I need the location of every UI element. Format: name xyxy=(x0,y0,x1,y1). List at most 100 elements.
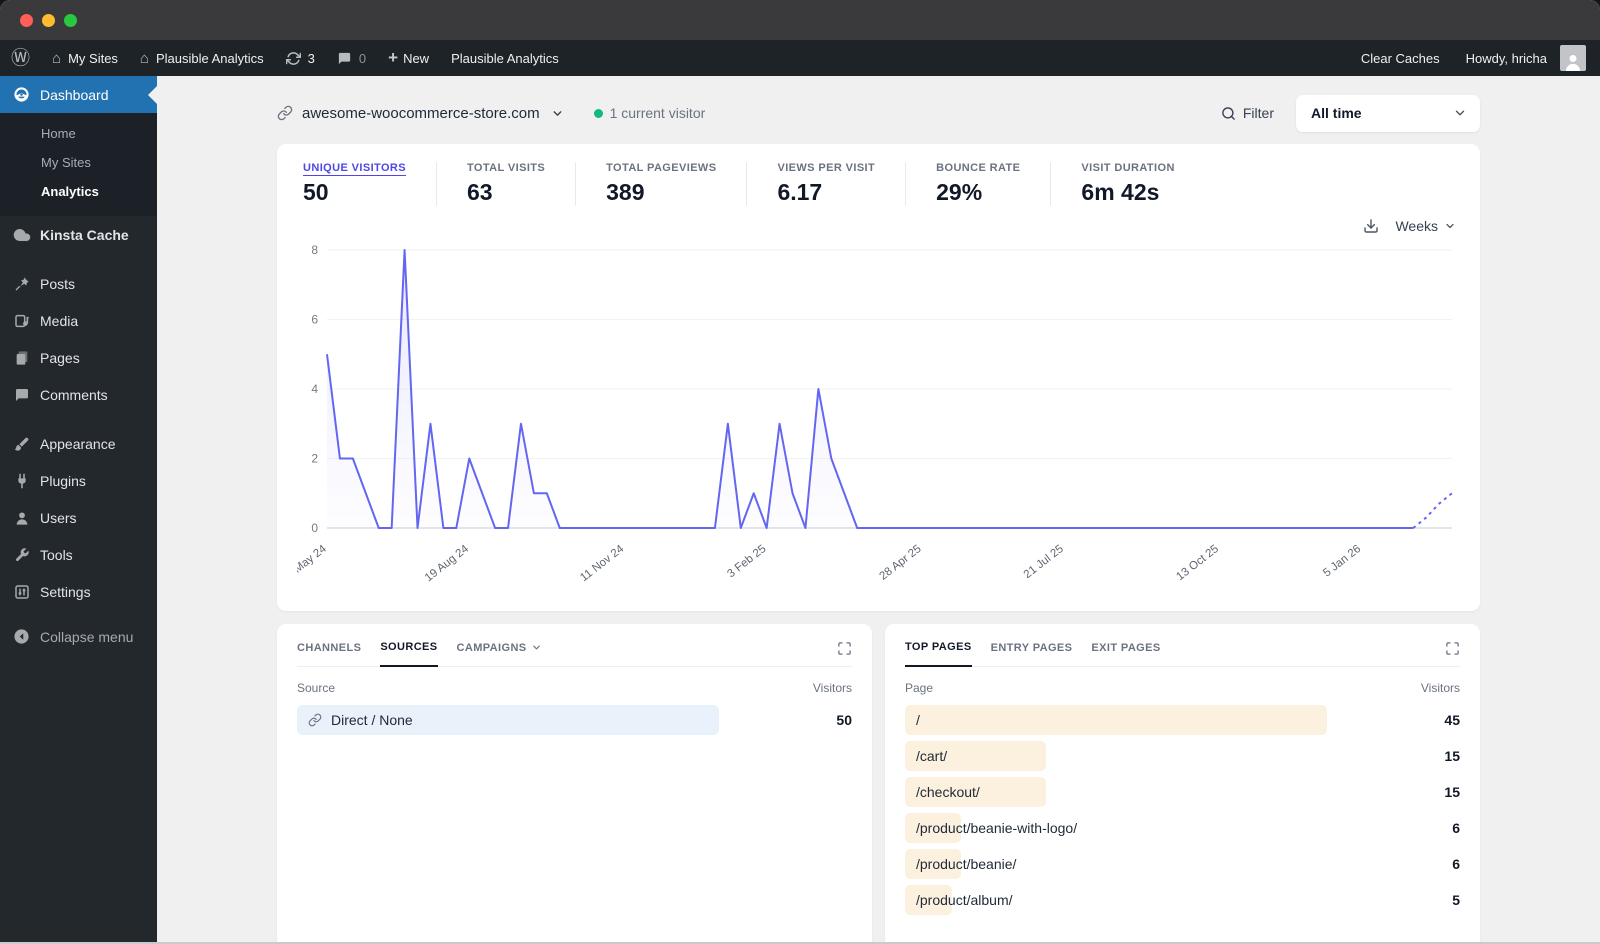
wp-sidebar-menu: Dashboard Home My Sites Analytics Kinsta… xyxy=(0,76,157,944)
tab-entry-pages[interactable]: Entry pages xyxy=(991,642,1073,666)
pages-icon xyxy=(12,348,31,367)
expand-icon[interactable] xyxy=(837,641,852,666)
page-row[interactable]: /product/album/ 5 xyxy=(905,885,1460,915)
svg-text:4: 4 xyxy=(311,382,318,396)
sidebar-item-users[interactable]: Users xyxy=(0,499,157,536)
clear-caches-button[interactable]: Clear Caches xyxy=(1350,40,1451,76)
current-visitors[interactable]: 1 current visitor xyxy=(593,105,705,121)
filter-button[interactable]: Filter xyxy=(1221,105,1274,121)
sidebar-item-home[interactable]: Home xyxy=(0,119,157,148)
plus-icon: + xyxy=(388,48,399,67)
app-window: Ⓦ ⌂ My Sites ⌂ Plausible Analytics 3 0 +… xyxy=(0,0,1600,944)
minimize-window-button[interactable] xyxy=(42,13,55,27)
stat-views-per-visit[interactable]: Views per visit 6.17 xyxy=(746,162,905,206)
sidebar-item-comments[interactable]: Comments xyxy=(0,376,157,413)
page-row[interactable]: /cart/ 15 xyxy=(905,741,1460,771)
svg-text:0: 0 xyxy=(311,521,318,535)
svg-text:2: 2 xyxy=(311,452,318,466)
online-dot-icon xyxy=(593,108,603,118)
site-domain: awesome-woocommerce-store.com xyxy=(302,104,540,122)
svg-text:5 Jan 26: 5 Jan 26 xyxy=(1321,543,1363,580)
my-sites-menu[interactable]: ⌂ My Sites xyxy=(41,40,129,76)
page-row[interactable]: /checkout/ 15 xyxy=(905,777,1460,807)
zoom-window-button[interactable] xyxy=(64,13,77,27)
pushpin-icon xyxy=(12,274,31,293)
tab-sources[interactable]: Sources xyxy=(380,641,438,667)
interval-select[interactable]: Weeks xyxy=(1395,218,1456,234)
visitors-col-header: Visitors xyxy=(812,681,852,695)
svg-text:3 Feb 25: 3 Feb 25 xyxy=(725,543,768,580)
avatar xyxy=(1560,45,1586,71)
chevron-down-icon xyxy=(551,107,564,120)
date-range-select[interactable]: All time xyxy=(1296,94,1480,132)
wrench-icon xyxy=(12,545,31,564)
home-icon: ⌂ xyxy=(139,49,149,67)
sidebar-item-plugins[interactable]: Plugins xyxy=(0,462,157,499)
svg-text:21 Jul 25: 21 Jul 25 xyxy=(1022,543,1066,581)
sidebar-item-media[interactable]: Media xyxy=(0,302,157,339)
tab-campaigns[interactable]: Campaigns xyxy=(457,642,542,666)
sidebar-item-appearance[interactable]: Appearance xyxy=(0,425,157,462)
site-home-menu[interactable]: ⌂ Plausible Analytics xyxy=(129,40,275,76)
link-icon xyxy=(277,105,293,121)
macos-titlebar xyxy=(0,0,1600,40)
collapse-arrow-icon xyxy=(12,627,31,646)
updates-icon xyxy=(285,51,301,65)
updates-menu[interactable]: 3 xyxy=(275,40,326,76)
sidebar-item-analytics[interactable]: Analytics xyxy=(0,177,157,206)
tab-exit-pages[interactable]: Exit pages xyxy=(1091,642,1160,666)
wp-logo-menu[interactable]: Ⓦ xyxy=(0,40,41,76)
visitors-card: Unique visitors 50 Total visits 63 Total… xyxy=(277,144,1480,611)
site-switcher[interactable]: awesome-woocommerce-store.com xyxy=(277,105,564,122)
comments-bubble-icon xyxy=(338,52,351,64)
brush-icon xyxy=(12,434,31,453)
stat-visit-duration[interactable]: Visit duration 6m 42s xyxy=(1050,162,1204,206)
sidebar-item-my-sites[interactable]: My Sites xyxy=(0,148,157,177)
top-stats: Unique visitors 50 Total visits 63 Total… xyxy=(297,158,1460,216)
sidebar-item-tools[interactable]: Tools xyxy=(0,536,157,573)
sidebar-item-settings[interactable]: Settings xyxy=(0,573,157,610)
source-row[interactable]: Direct / None 50 xyxy=(297,705,852,735)
stat-total-visits[interactable]: Total visits 63 xyxy=(435,162,575,206)
svg-text:8: 8 xyxy=(311,243,318,257)
svg-text:31 May 24: 31 May 24 xyxy=(297,543,329,586)
plausible-analytics-shortcut[interactable]: Plausible Analytics xyxy=(440,40,570,76)
sidebar-item-posts[interactable]: Posts xyxy=(0,265,157,302)
visitors-col-header: Visitors xyxy=(1420,681,1460,695)
sidebar-item-kinsta-cache[interactable]: Kinsta Cache xyxy=(0,216,157,253)
user-icon xyxy=(12,508,31,527)
collapse-menu-button[interactable]: Collapse menu xyxy=(0,618,157,655)
visitors-line-chart[interactable]: 0 2 4 6 8 31 May 24 19 Aug 24 11 Nov 24 3 Feb 25… xyxy=(279,234,1460,600)
sidebar-item-pages[interactable]: Pages xyxy=(0,339,157,376)
stat-unique-visitors[interactable]: Unique visitors 50 xyxy=(297,162,436,206)
wp-admin-bar: Ⓦ ⌂ My Sites ⌂ Plausible Analytics 3 0 +… xyxy=(0,40,1600,76)
sources-panel: Channels Sources Campaigns xyxy=(277,624,872,944)
page-row[interactable]: / 45 xyxy=(905,705,1460,735)
search-icon xyxy=(1222,106,1235,120)
chevron-down-icon xyxy=(532,645,540,650)
page-row[interactable]: /product/beanie/ 6 xyxy=(905,849,1460,879)
expand-icon[interactable] xyxy=(1445,641,1460,666)
my-sites-icon: ⌂ xyxy=(52,49,62,67)
analytics-toolbar: awesome-woocommerce-store.com 1 current … xyxy=(277,76,1480,144)
sliders-icon xyxy=(12,582,31,601)
download-icon[interactable] xyxy=(1363,218,1379,234)
close-window-button[interactable] xyxy=(20,13,33,27)
comments-menu[interactable]: 0 xyxy=(326,40,377,76)
account-menu[interactable]: Howdy, hricha xyxy=(1455,40,1586,76)
stat-bounce-rate[interactable]: Bounce rate 29% xyxy=(905,162,1050,206)
new-content-menu[interactable]: + New xyxy=(377,40,440,76)
stat-total-pageviews[interactable]: Total pageviews 389 xyxy=(575,162,746,206)
sidebar-item-dashboard[interactable]: Dashboard xyxy=(0,76,157,113)
svg-text:6: 6 xyxy=(311,313,318,327)
tab-channels[interactable]: Channels xyxy=(297,642,361,666)
chevron-down-icon xyxy=(1446,223,1454,229)
dashboard-submenu: Home My Sites Analytics xyxy=(0,113,157,216)
sources-col-header: Source xyxy=(297,681,336,695)
plug-icon xyxy=(12,471,31,490)
comment-icon xyxy=(12,385,31,404)
tab-top-pages[interactable]: Top pages xyxy=(905,641,972,667)
pages-panel: Top pages Entry pages Exit pages Page Vi… xyxy=(885,624,1480,944)
svg-text:19 Aug 24: 19 Aug 24 xyxy=(423,543,472,585)
page-row[interactable]: /product/beanie-with-logo/ 6 xyxy=(905,813,1460,843)
